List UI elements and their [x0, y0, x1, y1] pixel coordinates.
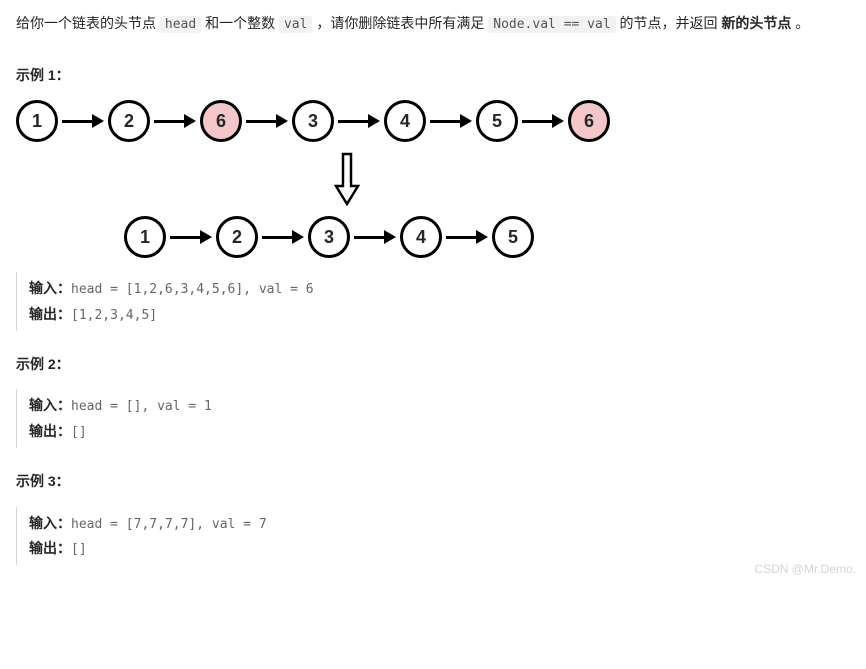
output-label: 输出：: [29, 306, 71, 322]
arrow-icon: [62, 114, 104, 128]
list-node: 3: [292, 100, 334, 142]
before-list-row: 1 2 6 3 4 5 6: [16, 100, 850, 142]
example-input-line: 输入：head = [], val = 1: [29, 393, 850, 418]
input-label: 输入：: [29, 515, 71, 531]
output-label: 输出：: [29, 540, 71, 556]
arrow-icon: [246, 114, 288, 128]
arrow-icon: [170, 230, 212, 244]
desc-text: 。: [791, 15, 809, 31]
desc-text: 的节点，并返回: [616, 15, 722, 31]
inline-code-val: val: [279, 16, 312, 33]
example-output-line: 输出：[]: [29, 419, 850, 444]
desc-text: 给你一个链表的头节点: [16, 15, 160, 31]
output-text: []: [71, 542, 87, 557]
arrow-icon: [154, 114, 196, 128]
inline-code-cond: Node.val == val: [488, 16, 615, 33]
after-list-row: 1 2 3 4 5: [124, 216, 850, 258]
input-text: head = [1,2,6,3,4,5,6], val = 6: [71, 282, 314, 297]
list-node: 6: [568, 100, 610, 142]
input-text: head = [7,7,7,7], val = 7: [71, 517, 267, 532]
example-title-3: 示例 3：: [16, 470, 850, 492]
arrow-icon: [522, 114, 564, 128]
input-text: head = [], val = 1: [71, 399, 212, 414]
desc-bold: 新的头节点: [721, 15, 791, 31]
example-block-3: 输入：head = [7,7,7,7], val = 7 输出：[]: [16, 507, 850, 566]
arrow-icon: [262, 230, 304, 244]
input-label: 输入：: [29, 397, 71, 413]
linked-list-diagram: 1 2 6 3 4 5 6 1 2 3 4 5: [16, 100, 850, 258]
example-block-2: 输入：head = [], val = 1 输出：[]: [16, 389, 850, 448]
desc-text: 和一个整数: [201, 15, 279, 31]
problem-description: 给你一个链表的头节点 head 和一个整数 val ，请你删除链表中所有满足 N…: [16, 12, 850, 36]
watermark: CSDN @Mr.Demo.: [754, 560, 856, 579]
list-node: 4: [384, 100, 426, 142]
list-node: 5: [476, 100, 518, 142]
arrow-icon: [354, 230, 396, 244]
example-output-line: 输出：[1,2,3,4,5]: [29, 302, 850, 327]
down-arrow-icon: [334, 152, 360, 206]
desc-text: ，请你删除链表中所有满足: [312, 15, 488, 31]
list-node: 1: [124, 216, 166, 258]
list-node: 4: [400, 216, 442, 258]
example-input-line: 输入：head = [7,7,7,7], val = 7: [29, 511, 850, 536]
output-label: 输出：: [29, 423, 71, 439]
arrow-icon: [446, 230, 488, 244]
example-block-1: 输入：head = [1,2,6,3,4,5,6], val = 6 输出：[1…: [16, 272, 850, 331]
list-node: 2: [108, 100, 150, 142]
list-node: 6: [200, 100, 242, 142]
example-title-1: 示例 1：: [16, 64, 850, 86]
output-text: [1,2,3,4,5]: [71, 308, 157, 323]
inline-code-head: head: [160, 16, 201, 33]
list-node: 1: [16, 100, 58, 142]
arrow-icon: [430, 114, 472, 128]
transform-arrow: [334, 152, 850, 206]
list-node: 3: [308, 216, 350, 258]
list-node: 2: [216, 216, 258, 258]
arrow-icon: [338, 114, 380, 128]
list-node: 5: [492, 216, 534, 258]
example-title-2: 示例 2：: [16, 353, 850, 375]
example-output-line: 输出：[]: [29, 536, 850, 561]
input-label: 输入：: [29, 280, 71, 296]
example-input-line: 输入：head = [1,2,6,3,4,5,6], val = 6: [29, 276, 850, 301]
output-text: []: [71, 425, 87, 440]
